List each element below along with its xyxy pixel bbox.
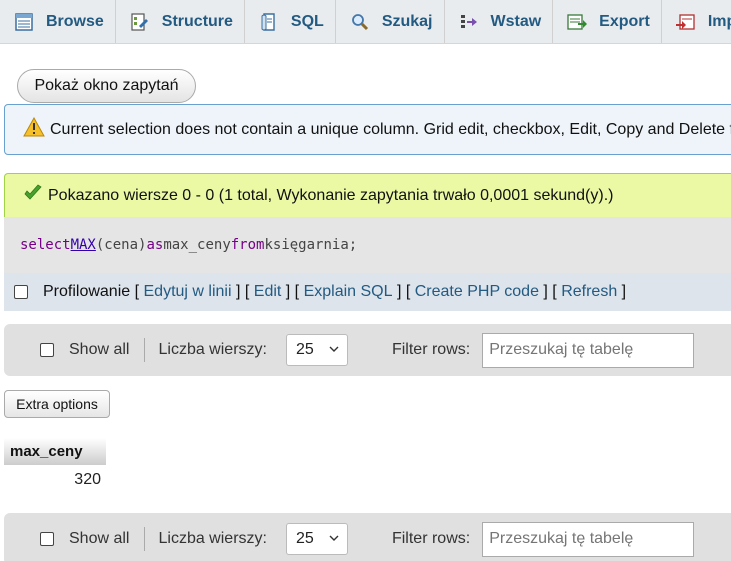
tab-label: Structure	[161, 12, 233, 30]
rows-count-select[interactable]: 25	[285, 523, 348, 555]
tab-browse[interactable]: Browse	[0, 0, 116, 43]
divider	[144, 338, 146, 362]
table-cell: 320	[74, 471, 101, 488]
checkmark-icon	[23, 184, 43, 207]
column-header-max-ceny[interactable]: max_ceny	[4, 438, 106, 465]
structure-icon	[130, 12, 150, 32]
create-php-code-link[interactable]: Create PHP code	[415, 283, 539, 301]
tab-label: Wstaw	[490, 12, 542, 30]
sql-alias: max_ceny	[163, 237, 231, 253]
sql-keyword-select: select	[20, 237, 71, 253]
show-query-window-button[interactable]: Pokaż okno zapytań	[17, 69, 196, 103]
chevron-down-icon	[329, 346, 339, 352]
edit-inline-link[interactable]: Edytuj w linii	[144, 283, 232, 301]
navigation-bar-bottom: Show all Liczba wierszy: 25 Filter rows:…	[4, 513, 731, 561]
sql-argument: (cena)	[95, 237, 147, 253]
sql-function-max[interactable]: MAX	[71, 237, 96, 253]
success-message: Pokazano wiersze 0 - 0 (1 total, Wykonan…	[4, 173, 731, 217]
sql-table: księgarnia;	[264, 237, 358, 253]
insert-icon	[459, 12, 479, 32]
success-text: Pokazano wiersze 0 - 0 (1 total, Wykonan…	[48, 186, 614, 204]
divider	[144, 527, 146, 551]
filter-rows-input[interactable]: Przeszukaj tę tabelę	[482, 521, 695, 557]
filter-rows-label: Filter rows:	[391, 341, 471, 358]
filter-rows-placeholder: Przeszukaj tę tabelę	[489, 530, 634, 547]
tab-bar: Browse Structure SQL Szukaj Wstaw Export	[0, 0, 731, 44]
sql-keyword-from: from	[230, 237, 265, 253]
rows-count-value: 25	[295, 530, 314, 547]
tab-label: Export	[599, 12, 650, 30]
tab-label: Import	[707, 12, 731, 30]
filter-rows-label: Filter rows:	[391, 530, 471, 547]
warning-icon	[23, 116, 45, 142]
sql-keyword-as: as	[146, 237, 164, 253]
tab-label: SQL	[290, 12, 324, 30]
edit-link[interactable]: Edit	[254, 283, 282, 301]
sql-query-display: select MAX (cena) as max_ceny from księga…	[4, 217, 731, 273]
chevron-down-icon	[329, 535, 339, 541]
tab-label: Szukaj	[381, 12, 433, 30]
rows-count-value: 25	[295, 341, 314, 358]
explain-sql-link[interactable]: Explain SQL	[304, 283, 393, 301]
profiling-label: Profilowanie	[43, 283, 131, 300]
notice-text: Current selection does not contain a uni…	[50, 120, 731, 138]
extra-options-button[interactable]: Extra options	[4, 390, 110, 418]
show-all-label: Show all	[69, 530, 130, 547]
browse-icon	[14, 12, 34, 32]
profiling-bar: Profilowanie [ Edytuj w linii ] [ Edit ]…	[4, 273, 731, 311]
filter-rows-placeholder: Przeszukaj tę tabelę	[489, 341, 634, 358]
rows-count-select[interactable]: 25	[285, 334, 348, 366]
unique-column-notice: Current selection does not contain a uni…	[4, 104, 731, 155]
navigation-bar-top: Show all Liczba wierszy: 25 Filter rows:…	[4, 324, 731, 376]
profiling-checkbox[interactable]	[14, 285, 28, 299]
search-icon	[350, 12, 370, 32]
tab-label: Browse	[46, 12, 104, 30]
import-icon	[675, 12, 696, 32]
show-all-checkbox[interactable]	[40, 343, 54, 357]
tab-search[interactable]: Szukaj	[336, 0, 445, 43]
filter-rows-input[interactable]: Przeszukaj tę tabelę	[482, 332, 695, 368]
tab-import[interactable]: Import	[662, 0, 731, 43]
tab-sql[interactable]: SQL	[245, 0, 336, 43]
tab-insert[interactable]: Wstaw	[445, 0, 554, 43]
rows-count-label: Liczba wierszy:	[158, 530, 267, 547]
export-icon	[567, 12, 588, 32]
show-all-checkbox[interactable]	[40, 532, 54, 546]
tab-export[interactable]: Export	[553, 0, 662, 43]
refresh-link[interactable]: Refresh	[561, 283, 617, 301]
show-all-label: Show all	[69, 341, 130, 358]
sql-icon	[259, 12, 279, 32]
rows-count-label: Liczba wierszy:	[158, 341, 267, 358]
tab-structure[interactable]: Structure	[116, 0, 245, 43]
